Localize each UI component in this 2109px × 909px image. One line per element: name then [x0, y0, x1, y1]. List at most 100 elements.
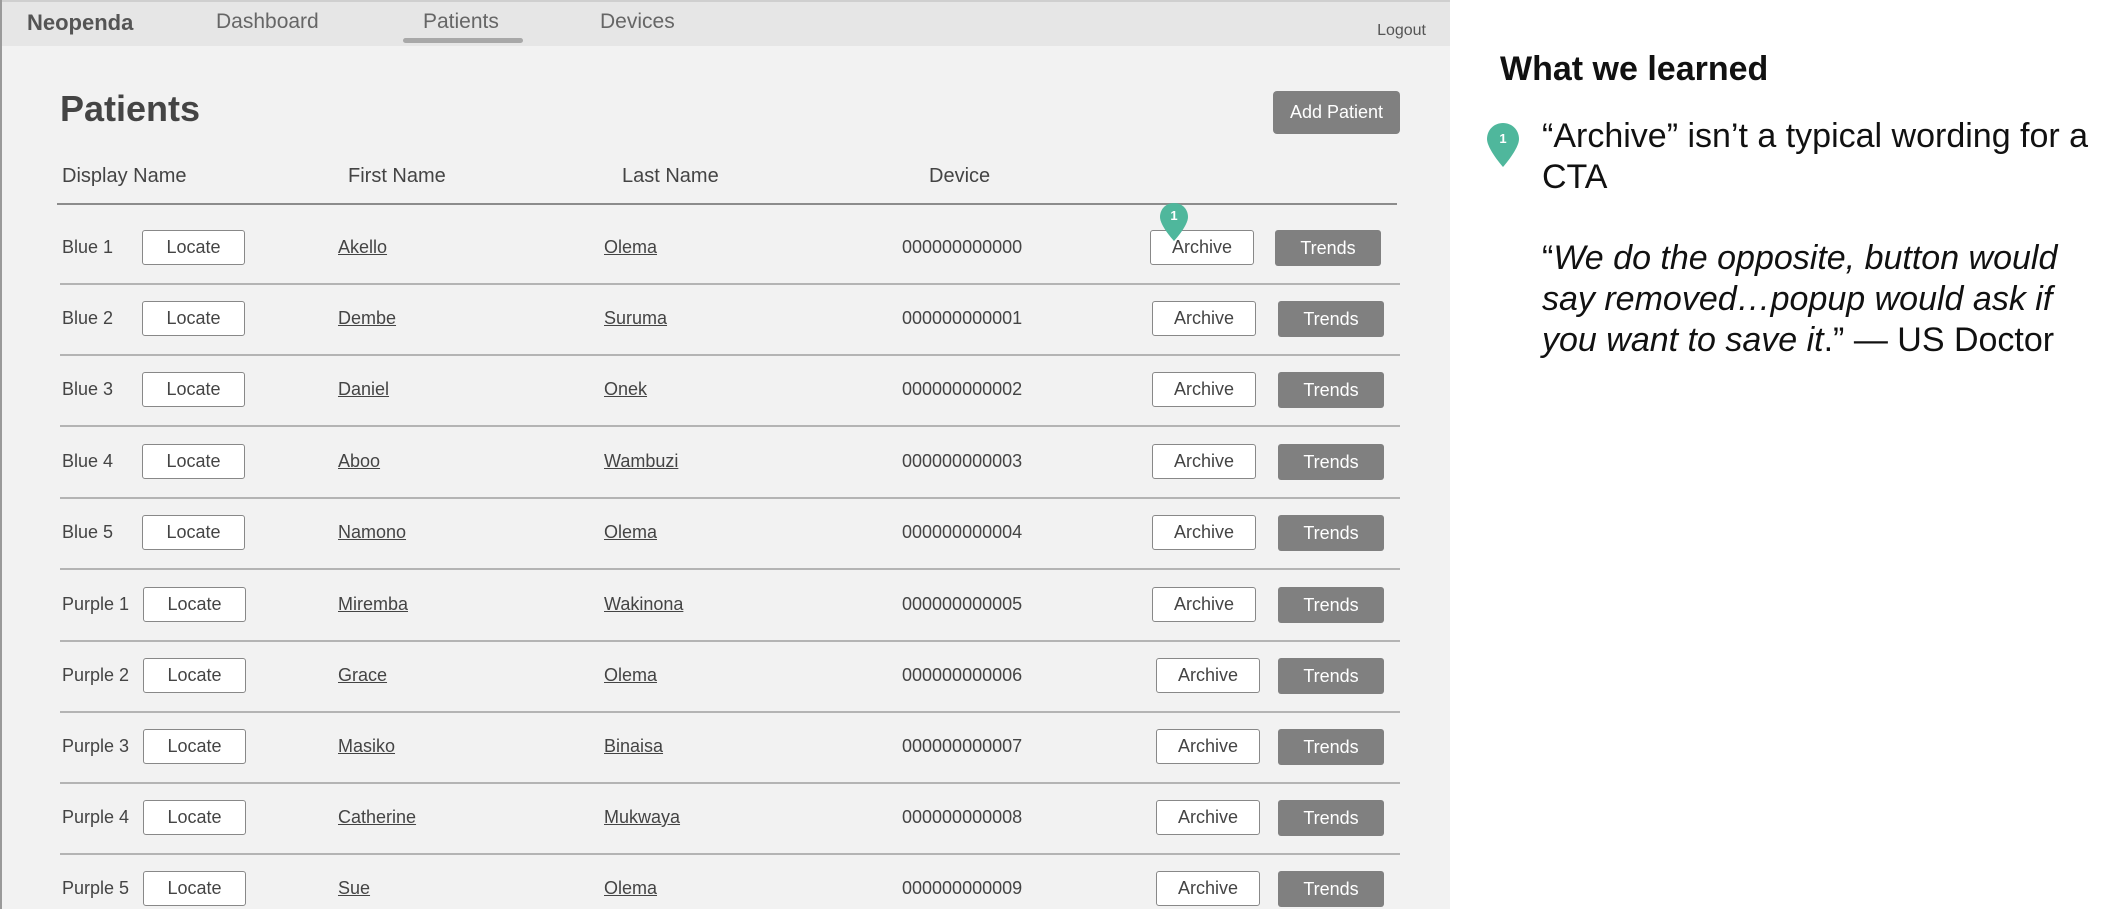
device-id-cell: 000000000006: [902, 665, 1023, 685]
locate-button[interactable]: Locate: [142, 230, 245, 265]
trends-button[interactable]: Trends: [1278, 800, 1384, 836]
table-row: Blue 4 Locate Aboo Wambuzi 000000000003 Archi…: [2, 426, 1450, 499]
locate-button[interactable]: Locate: [142, 301, 245, 336]
last-name-link[interactable]: Mukwaya: [604, 807, 680, 828]
user-quote: “We do the opposite, button would say re…: [1542, 239, 2058, 359]
table-row: Purple 4 Locate Catherine Mukwaya 0000000000…: [2, 782, 1450, 855]
tab-dashboard[interactable]: Dashboard: [216, 10, 319, 34]
last-name-link[interactable]: Olema: [604, 665, 657, 686]
trends-button[interactable]: Trends: [1278, 301, 1384, 337]
trends-button[interactable]: Trends: [1275, 230, 1381, 266]
table-row: Blue 2 Locate Dembe Suruma 000000000001 Archi…: [2, 283, 1450, 356]
last-name-link[interactable]: Wambuzi: [604, 451, 678, 472]
note-marker-number: 1: [1499, 131, 1507, 146]
last-name-link[interactable]: Olema: [604, 522, 657, 543]
trends-button[interactable]: Trends: [1278, 515, 1384, 551]
first-name-link[interactable]: Aboo: [338, 451, 380, 472]
trends-button[interactable]: Trends: [1278, 372, 1384, 408]
device-id-cell: 000000000007: [902, 736, 1023, 756]
archive-button[interactable]: Archive: [1152, 515, 1256, 550]
page-title: Patients: [60, 88, 201, 129]
trends-button[interactable]: Trends: [1278, 587, 1384, 623]
archive-button[interactable]: Archive: [1156, 800, 1260, 835]
locate-button[interactable]: Locate: [143, 587, 246, 622]
first-name-link[interactable]: Namono: [338, 522, 406, 543]
table-row: Blue 1 Locate Akello Olema 000000000000 Archi…: [2, 212, 1450, 285]
trends-button[interactable]: Trends: [1278, 658, 1384, 694]
display-name-cell: Purple 2: [62, 665, 130, 685]
archive-button[interactable]: Archive: [1152, 301, 1256, 336]
last-name-link[interactable]: Olema: [604, 878, 657, 899]
column-header-first-name: First Name: [348, 165, 446, 187]
last-name-link[interactable]: Olema: [604, 237, 657, 258]
display-name-cell: Blue 3: [62, 379, 114, 399]
display-name-cell: Purple 4: [62, 807, 130, 827]
brand-logo: Neopenda: [27, 10, 134, 35]
first-name-link[interactable]: Akello: [338, 237, 387, 258]
first-name-link[interactable]: Dembe: [338, 308, 396, 329]
device-id-cell: 000000000009: [902, 878, 1023, 898]
device-id-cell: 000000000002: [902, 379, 1023, 399]
note-marker: 1: [1486, 122, 1520, 168]
column-header-display-name: Display Name: [62, 165, 187, 187]
trends-button[interactable]: Trends: [1278, 444, 1384, 480]
device-id-cell: 000000000003: [902, 451, 1023, 471]
first-name-link[interactable]: Masiko: [338, 736, 395, 757]
last-name-link[interactable]: Wakinona: [604, 594, 683, 615]
archive-button[interactable]: Archive: [1156, 658, 1260, 693]
app-mockup: Neopenda Dashboard Patients Devices Logo…: [0, 0, 1450, 909]
display-name-cell: Purple 3: [62, 736, 130, 756]
device-id-cell: 000000000005: [902, 594, 1023, 614]
display-name-cell: Blue 4: [62, 451, 114, 471]
trends-button[interactable]: Trends: [1278, 729, 1384, 765]
first-name-link[interactable]: Daniel: [338, 379, 389, 400]
display-name-cell: Purple 5: [62, 878, 130, 898]
tab-patients[interactable]: Patients: [403, 10, 523, 43]
display-name-cell: Blue 2: [62, 308, 114, 328]
locate-button[interactable]: Locate: [143, 658, 246, 693]
last-name-link[interactable]: Suruma: [604, 308, 667, 329]
device-id-cell: 000000000004: [902, 522, 1023, 542]
table-row: Blue 5 Locate Namono Olema 000000000004 Archi…: [2, 497, 1450, 570]
quote-attribution: — US Doctor: [1853, 321, 2055, 359]
first-name-link[interactable]: Catherine: [338, 807, 416, 828]
archive-button[interactable]: Archive: [1156, 729, 1260, 764]
table-row: Purple 3 Locate Masiko Binaisa 000000000007 A…: [2, 711, 1450, 784]
display-name-cell: Blue 1: [62, 237, 114, 257]
trends-button[interactable]: Trends: [1278, 871, 1384, 907]
locate-button[interactable]: Locate: [143, 871, 246, 906]
device-id-cell: 000000000000: [902, 237, 1023, 257]
logout-link[interactable]: Logout: [1377, 22, 1426, 40]
table-row: Purple 2 Locate Grace Olema 000000000006 Arch…: [2, 640, 1450, 713]
annotation-number: 1: [1170, 208, 1178, 223]
archive-button[interactable]: Archive: [1152, 587, 1256, 622]
table-row: Purple 1 Locate Miremba Wakinona 00000000000…: [2, 569, 1450, 642]
locate-button[interactable]: Locate: [143, 800, 246, 835]
add-patient-button[interactable]: Add Patient: [1273, 91, 1400, 134]
locate-button[interactable]: Locate: [142, 372, 245, 407]
notes-panel: What we learned 1 “Archive” isn’t a typi…: [1450, 0, 2109, 909]
table-row: Blue 3 Locate Daniel Onek 000000000002 Archiv…: [2, 354, 1450, 427]
first-name-link[interactable]: Miremba: [338, 594, 408, 615]
archive-button[interactable]: Archive: [1156, 871, 1260, 906]
first-name-link[interactable]: Grace: [338, 665, 387, 686]
tab-devices[interactable]: Devices: [600, 10, 675, 34]
device-id-cell: 000000000008: [902, 807, 1023, 827]
first-name-link[interactable]: Sue: [338, 878, 370, 899]
notes-title: What we learned: [1500, 50, 1769, 88]
top-nav: Neopenda Dashboard Patients Devices Logo…: [2, 0, 1450, 46]
last-name-link[interactable]: Onek: [604, 379, 647, 400]
archive-button[interactable]: Archive: [1152, 444, 1256, 479]
annotation-marker: 1: [1159, 202, 1189, 242]
column-header-device: Device: [929, 165, 991, 187]
locate-button[interactable]: Locate: [143, 729, 246, 764]
last-name-link[interactable]: Binaisa: [604, 736, 663, 757]
locate-button[interactable]: Locate: [142, 515, 245, 550]
column-header-last-name: Last Name: [622, 165, 719, 187]
header-divider: [57, 203, 1397, 205]
display-name-cell: Blue 5: [62, 522, 114, 542]
archive-button[interactable]: Archive: [1152, 372, 1256, 407]
locate-button[interactable]: Locate: [142, 444, 245, 479]
table-row: Purple 5 Locate Sue Olema 000000000009 Archiv…: [2, 853, 1450, 909]
finding-text: “Archive” isn’t a typical wording for a …: [1542, 117, 2089, 196]
